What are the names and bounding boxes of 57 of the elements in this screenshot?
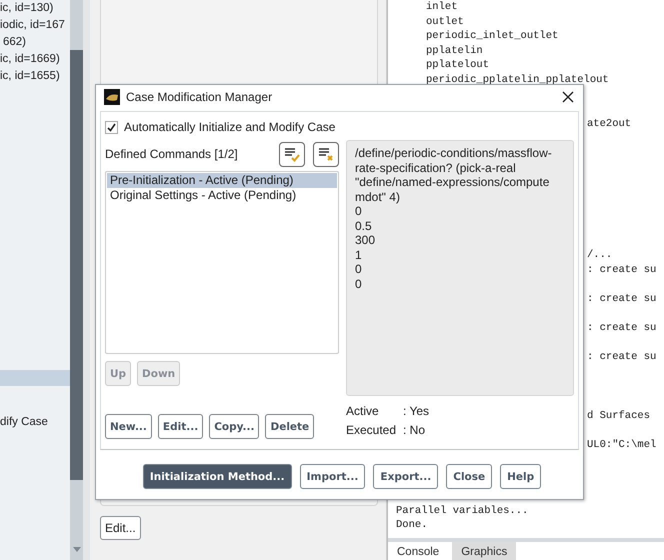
- command-text: 1: [355, 248, 363, 262]
- console-line: inlet: [426, 0, 458, 15]
- console-tab[interactable]: Graphics: [452, 542, 516, 560]
- console-line: outlet: [426, 14, 464, 30]
- status-label: Active: [346, 404, 380, 418]
- console-line: UL0:"C:\mel: [587, 438, 656, 452]
- footer-button[interactable]: Export...: [373, 464, 438, 489]
- console-line: : create su: [587, 262, 656, 278]
- deactivate-all-button[interactable]: [313, 142, 339, 166]
- console-line: periodic_inlet_outlet: [426, 29, 558, 44]
- scrollbar[interactable]: [70, 0, 83, 560]
- command-text: /define/periodic-conditions/massflow-rate-specification? (pick-a-real "define/named-expressions/compute mdot" 4): [355, 146, 553, 204]
- console-line: pplatelin: [426, 44, 483, 58]
- commands-label: Defined Commands [1/2]: [105, 147, 238, 161]
- edit-button[interactable]: Edit...: [100, 516, 141, 540]
- tree-item[interactable]: ic, id=1669): [0, 51, 70, 68]
- app-logo-icon: [104, 89, 120, 105]
- console-line: pplatelout: [426, 58, 490, 73]
- command-text: 0: [355, 204, 363, 218]
- console-line: : create su: [587, 350, 656, 365]
- list-check-icon: [284, 146, 300, 162]
- console-line: Parallel variables...: [396, 504, 528, 518]
- checkbox-label: Automatically Initialize and Modify Case: [124, 120, 336, 134]
- console-line: /...: [587, 248, 612, 263]
- dialog-title: Case Modification Manager: [126, 90, 272, 104]
- status-label: Executed: [346, 423, 398, 437]
- footer-button[interactable]: Close: [446, 464, 492, 489]
- console-line: : create su: [587, 292, 656, 307]
- console-line: Done.: [396, 518, 428, 533]
- console-line: : create su: [587, 321, 656, 336]
- command-item[interactable]: Pre-Initialization - Active (Pending): [107, 173, 337, 188]
- checkbox[interactable]: [105, 120, 118, 134]
- activate-all-button[interactable]: [279, 142, 305, 166]
- command-button[interactable]: Edit...: [158, 414, 204, 439]
- console-line: ate2out: [587, 116, 632, 132]
- command-button[interactable]: Copy...: [209, 414, 260, 439]
- console-line: d Surfaces: [587, 408, 650, 424]
- tree-item[interactable]: dify Case: [0, 414, 70, 431]
- command-text: 0: [355, 262, 363, 276]
- footer-button[interactable]: Initialization Method...: [142, 464, 292, 489]
- command-item[interactable]: Original Settings - Active (Pending): [107, 188, 337, 203]
- list-cross-icon: [318, 146, 334, 162]
- command-text: 0.5: [355, 218, 373, 233]
- tree-item[interactable]: ic, id=1655): [0, 68, 70, 85]
- command-button[interactable]: New...: [105, 414, 152, 439]
- close-icon[interactable]: [561, 90, 575, 104]
- status-value: : Yes: [403, 404, 430, 418]
- footer-button[interactable]: Help: [500, 464, 542, 489]
- tree-item[interactable]: ic, id=130): [0, 0, 70, 17]
- command-text: 0: [355, 276, 363, 291]
- status-value: : No: [403, 423, 426, 437]
- footer-button[interactable]: Import...: [300, 464, 366, 489]
- console-line: periodic_pplatelin_pplatelout: [426, 72, 609, 88]
- command-button[interactable]: Delete: [265, 414, 314, 439]
- command-text: 300: [355, 233, 376, 248]
- tree-item[interactable]: 662): [0, 34, 70, 51]
- tree-item[interactable]: iodic, id=167: [0, 17, 70, 34]
